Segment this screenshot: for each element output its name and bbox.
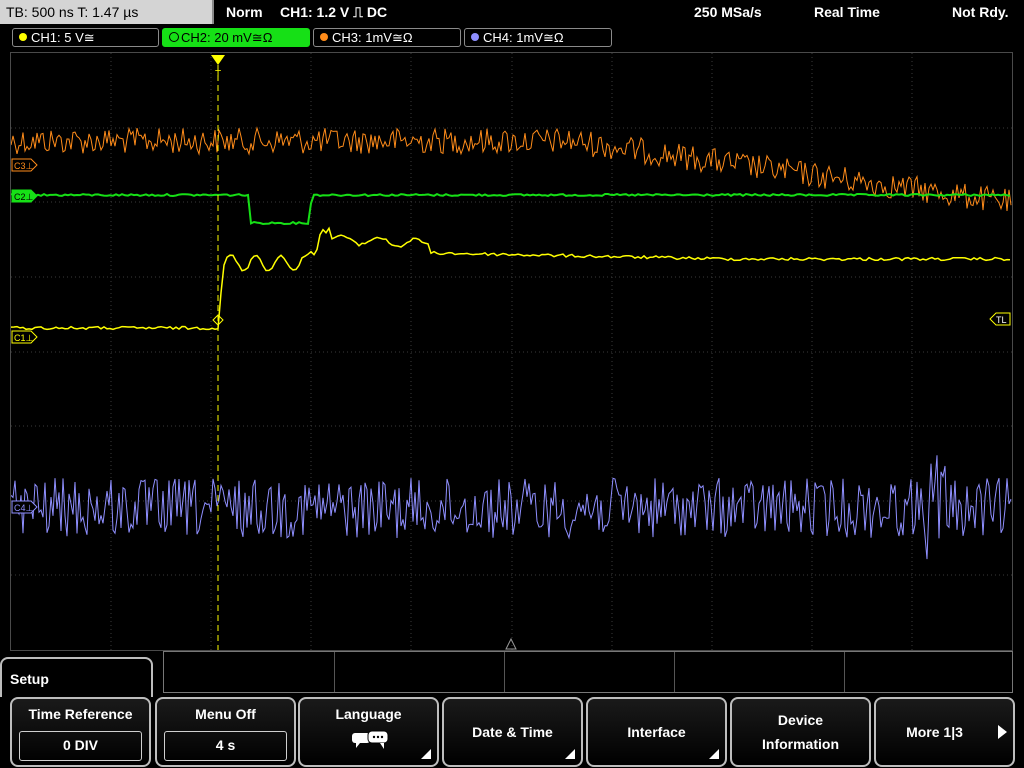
ch1-dot-icon bbox=[19, 33, 27, 41]
trigger-source[interactable]: CH1: 1.2 V ⎍ DC bbox=[280, 0, 387, 24]
ch4-dot-icon bbox=[471, 33, 479, 41]
time-reference-label: Time Reference bbox=[28, 706, 133, 722]
ch2-ground-marker[interactable]: C2⊥ bbox=[11, 189, 38, 203]
trigger-marker-label: T bbox=[215, 69, 221, 80]
language-label: Language bbox=[335, 706, 402, 722]
waveform-grid: T C3⊥ C2⊥ C1⊥ C4⊥ TL bbox=[11, 53, 1012, 650]
ch3-dot-icon bbox=[320, 33, 328, 41]
menu-title-tab: Setup bbox=[0, 657, 153, 697]
waveform-display[interactable]: T C3⊥ C2⊥ C1⊥ C4⊥ TL bbox=[10, 52, 1013, 651]
more-label: More 1|3 bbox=[906, 724, 963, 740]
svg-text:C1⊥: C1⊥ bbox=[14, 333, 34, 343]
svg-text:TL: TL bbox=[996, 315, 1007, 325]
trace-ch1 bbox=[11, 226, 1011, 331]
trace-ch2 bbox=[11, 192, 1011, 226]
device-information-label-1: Device bbox=[777, 712, 824, 728]
acquisition-mode: Real Time bbox=[814, 4, 880, 20]
interface-button[interactable]: Interface bbox=[586, 697, 727, 767]
channel-tab-ch1[interactable]: CH1: 5 V≅ bbox=[12, 28, 159, 47]
trigger-state: Not Rdy. bbox=[952, 4, 1009, 20]
channel-tab-ch3[interactable]: CH3: 1mV≅Ω bbox=[313, 28, 461, 47]
channel-tab-ch4[interactable]: CH4: 1mV≅Ω bbox=[464, 28, 612, 47]
time-reference-value: 0 DIV bbox=[19, 731, 142, 761]
ch4-label: CH4: 1mV≅Ω bbox=[483, 30, 564, 45]
strip-divider bbox=[844, 652, 845, 692]
more-button[interactable]: More 1|3 bbox=[874, 697, 1015, 767]
trigger-position-marker-icon[interactable] bbox=[211, 55, 225, 65]
menu-info-strip bbox=[163, 651, 1013, 693]
ch1-ground-marker[interactable]: C1⊥ bbox=[11, 330, 38, 344]
svg-text:C4⊥: C4⊥ bbox=[14, 503, 34, 513]
strip-divider bbox=[504, 652, 505, 692]
arrow-right-icon bbox=[998, 725, 1007, 739]
sample-rate: 250 MSa/s bbox=[694, 4, 762, 20]
channel-tab-ch2[interactable]: CH2: 20 mV≅Ω bbox=[162, 28, 310, 47]
strip-divider bbox=[334, 652, 335, 692]
trace-ch3 bbox=[11, 126, 1012, 211]
svg-text:C2⊥: C2⊥ bbox=[14, 192, 34, 202]
ch4-ground-marker[interactable]: C4⊥ bbox=[11, 500, 38, 514]
menu-off-value: 4 s bbox=[164, 731, 287, 761]
svg-text:C3⊥: C3⊥ bbox=[14, 161, 34, 171]
timebase-readout[interactable]: TB: 500 ns T: 1.47 µs bbox=[0, 0, 214, 24]
submenu-corner-icon bbox=[421, 749, 431, 759]
ch3-ground-marker[interactable]: C3⊥ bbox=[11, 158, 38, 172]
trigger-mode[interactable]: Norm bbox=[226, 0, 263, 24]
date-time-button[interactable]: Date & Time bbox=[442, 697, 583, 767]
ch2-label: CH2: 20 mV≅Ω bbox=[181, 30, 273, 45]
speech-bubble-icon bbox=[352, 730, 389, 749]
language-button[interactable]: Language bbox=[298, 697, 439, 767]
strip-divider bbox=[674, 652, 675, 692]
trigger-level-marker[interactable]: TL bbox=[989, 312, 1011, 326]
trace-ch4 bbox=[11, 455, 1012, 560]
ch3-label: CH3: 1mV≅Ω bbox=[332, 30, 413, 45]
horizontal-center-marker-icon bbox=[505, 637, 517, 650]
menu-off-label: Menu Off bbox=[195, 706, 256, 722]
device-information-button[interactable]: Device Information bbox=[730, 697, 871, 767]
interface-label: Interface bbox=[627, 724, 686, 740]
ch1-label: CH1: 5 V≅ bbox=[31, 30, 95, 45]
menu-off-button[interactable]: Menu Off 4 s bbox=[155, 697, 296, 767]
submenu-corner-icon bbox=[565, 749, 575, 759]
status-bar: TB: 500 ns T: 1.47 µs Norm CH1: 1.2 V ⎍ … bbox=[0, 0, 1024, 26]
ch2-dot-icon bbox=[169, 32, 179, 42]
time-reference-button[interactable]: Time Reference 0 DIV bbox=[10, 697, 151, 767]
submenu-corner-icon bbox=[709, 749, 719, 759]
date-time-label: Date & Time bbox=[472, 724, 553, 740]
device-information-label-2: Information bbox=[762, 736, 839, 752]
